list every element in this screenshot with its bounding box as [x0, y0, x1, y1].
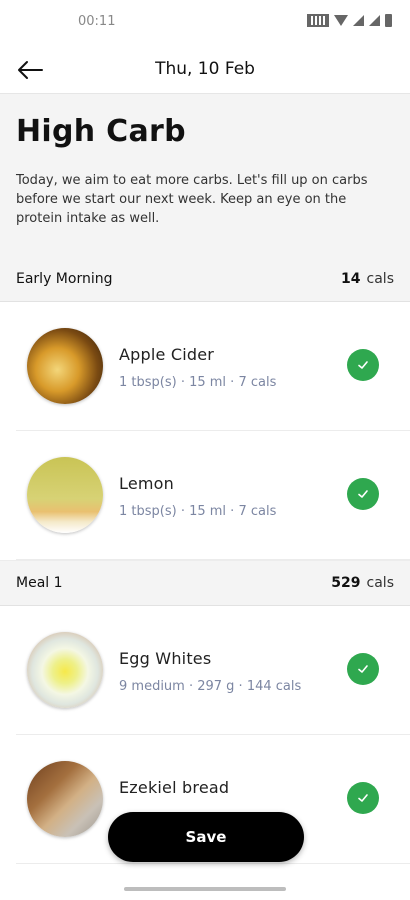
app-bar: Thu, 10 Feb: [0, 46, 410, 94]
food-item-egg-whites[interactable]: Egg Whites 9 medium · 297 g · 144 cals: [0, 606, 410, 735]
food-serving: 9 medium · 297 g · 144 cals: [119, 679, 302, 694]
checkmark-icon: [358, 665, 368, 673]
qr-scan-icon: [307, 14, 329, 27]
section-header-meal-1: Meal 1 529 cals: [0, 560, 410, 606]
food-serving: 1 tbsp(s) · 15 ml · 7 cals: [119, 504, 277, 519]
status-icons: [307, 14, 392, 27]
checkmark-icon: [358, 361, 368, 369]
section-calories: 529 cals: [331, 575, 394, 591]
section-calories: 14 cals: [341, 271, 394, 287]
ezekiel-bread-image: [27, 761, 103, 837]
check-button[interactable]: [347, 653, 379, 685]
section-calories-value: 14: [341, 270, 361, 287]
check-button[interactable]: [347, 349, 379, 381]
battery-icon: [385, 14, 392, 27]
signal-icon: [353, 15, 364, 26]
food-item-lemon[interactable]: Lemon 1 tbsp(s) · 15 ml · 7 cals: [0, 431, 410, 560]
wifi-icon: [334, 15, 348, 26]
status-time: 00:11: [78, 14, 116, 29]
food-item-apple-cider[interactable]: Apple Cider 1 tbsp(s) · 15 ml · 7 cals: [0, 302, 410, 431]
food-name: Egg Whites: [119, 649, 212, 668]
check-button[interactable]: [347, 782, 379, 814]
signal-icon: [369, 15, 380, 26]
gesture-nav-bar[interactable]: [124, 887, 286, 891]
egg-whites-image: [27, 632, 103, 708]
save-button[interactable]: Save: [108, 812, 304, 862]
food-name: Lemon: [119, 474, 174, 493]
section-calories-unit: cals: [366, 575, 394, 591]
food-name: Ezekiel bread: [119, 778, 230, 797]
plan-description: Today, we aim to eat more carbs. Let's f…: [16, 173, 368, 226]
lemon-image: [27, 457, 103, 533]
check-button[interactable]: [347, 478, 379, 510]
plan-intro: High Carb Today, we aim to eat more carb…: [0, 94, 410, 256]
page-title: Thu, 10 Feb: [155, 59, 255, 79]
section-calories-unit: cals: [366, 270, 394, 287]
section-name: Early Morning: [16, 270, 113, 287]
checkmark-icon: [358, 490, 368, 498]
plan-title: High Carb: [16, 114, 186, 149]
section-header-early-morning: Early Morning 14 cals: [0, 256, 410, 302]
status-bar: 00:11: [0, 0, 410, 46]
section-name: Meal 1: [16, 575, 63, 591]
apple-cider-image: [27, 328, 103, 404]
checkmark-icon: [358, 794, 368, 802]
section-calories-value: 529: [331, 575, 361, 591]
food-serving: 1 tbsp(s) · 15 ml · 7 cals: [119, 375, 277, 390]
food-name: Apple Cider: [119, 345, 215, 364]
